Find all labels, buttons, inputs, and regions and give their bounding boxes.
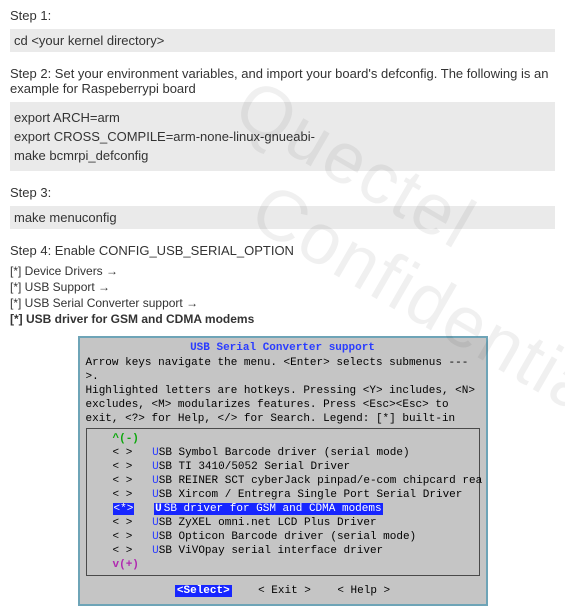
menuconfig-title: USB Serial Converter support	[80, 338, 486, 356]
menuconfig-list[interactable]: ^(-) < > USB Symbol Barcode driver (seri…	[86, 428, 480, 576]
menuconfig-buttons: <Select> < Exit > < Help >	[80, 580, 486, 604]
menu-item[interactable]: < > USB REINER SCT cyberJack pinpad/e-co…	[87, 474, 479, 488]
menu-item[interactable]: < > USB TI 3410/5052 Serial Driver	[87, 460, 479, 474]
menu-item[interactable]: < > USB Opticon Barcode driver (serial m…	[87, 530, 479, 544]
help-line: excludes, <M> modularizes features. Pres…	[86, 398, 480, 412]
menu-item[interactable]: <*> USB driver for GSM and CDMA modems	[87, 502, 479, 516]
menu-item[interactable]: < > USB Xircom / Entregra Single Port Se…	[87, 488, 479, 502]
help-line: Arrow keys navigate the menu. <Enter> se…	[86, 356, 480, 384]
step1-cmd: cd <your kernel directory>	[10, 29, 555, 52]
exit-button[interactable]: < Exit >	[258, 585, 311, 597]
step2-label: Step 2: Set your environment variables, …	[10, 66, 555, 96]
nav-level-2: [*] USB Serial Converter support →	[10, 296, 555, 310]
step3-cmd: make menuconfig	[10, 206, 555, 229]
menuconfig-window: USB Serial Converter support Arrow keys …	[78, 336, 488, 606]
nav-level-3: [*] USB driver for GSM and CDMA modems	[10, 312, 555, 326]
menu-item[interactable]: < > USB ZyXEL omni.net LCD Plus Driver	[87, 516, 479, 530]
menu-item[interactable]: < > USB Symbol Barcode driver (serial mo…	[87, 446, 479, 460]
step3-label: Step 3:	[10, 185, 555, 200]
help-button[interactable]: < Help >	[337, 585, 390, 597]
select-button[interactable]: <Select>	[175, 585, 232, 597]
scroll-up-marker: ^(-)	[87, 432, 479, 446]
step4-label: Step 4: Enable CONFIG_USB_SERIAL_OPTION	[10, 243, 555, 258]
menu-item[interactable]: < > USB ViVOpay serial interface driver	[87, 544, 479, 558]
step2-cmd1: export ARCH=arm	[14, 110, 551, 125]
nav-level-1: [*] USB Support →	[10, 280, 555, 294]
nav-level-0: [*] Device Drivers →	[10, 264, 555, 278]
step1-label: Step 1:	[10, 8, 555, 23]
step2-cmds: export ARCH=arm export CROSS_COMPILE=arm…	[10, 102, 555, 171]
help-line: Highlighted letters are hotkeys. Pressin…	[86, 384, 480, 398]
step2-cmd3: make bcmrpi_defconfig	[14, 148, 551, 163]
step2-cmd2: export CROSS_COMPILE=arm-none-linux-gnue…	[14, 129, 551, 144]
help-line: exit, <?> for Help, </> for Search. Lege…	[86, 412, 480, 426]
scroll-down-marker: v(+)	[87, 558, 479, 572]
menuconfig-help: Arrow keys navigate the menu. <Enter> se…	[80, 356, 486, 428]
